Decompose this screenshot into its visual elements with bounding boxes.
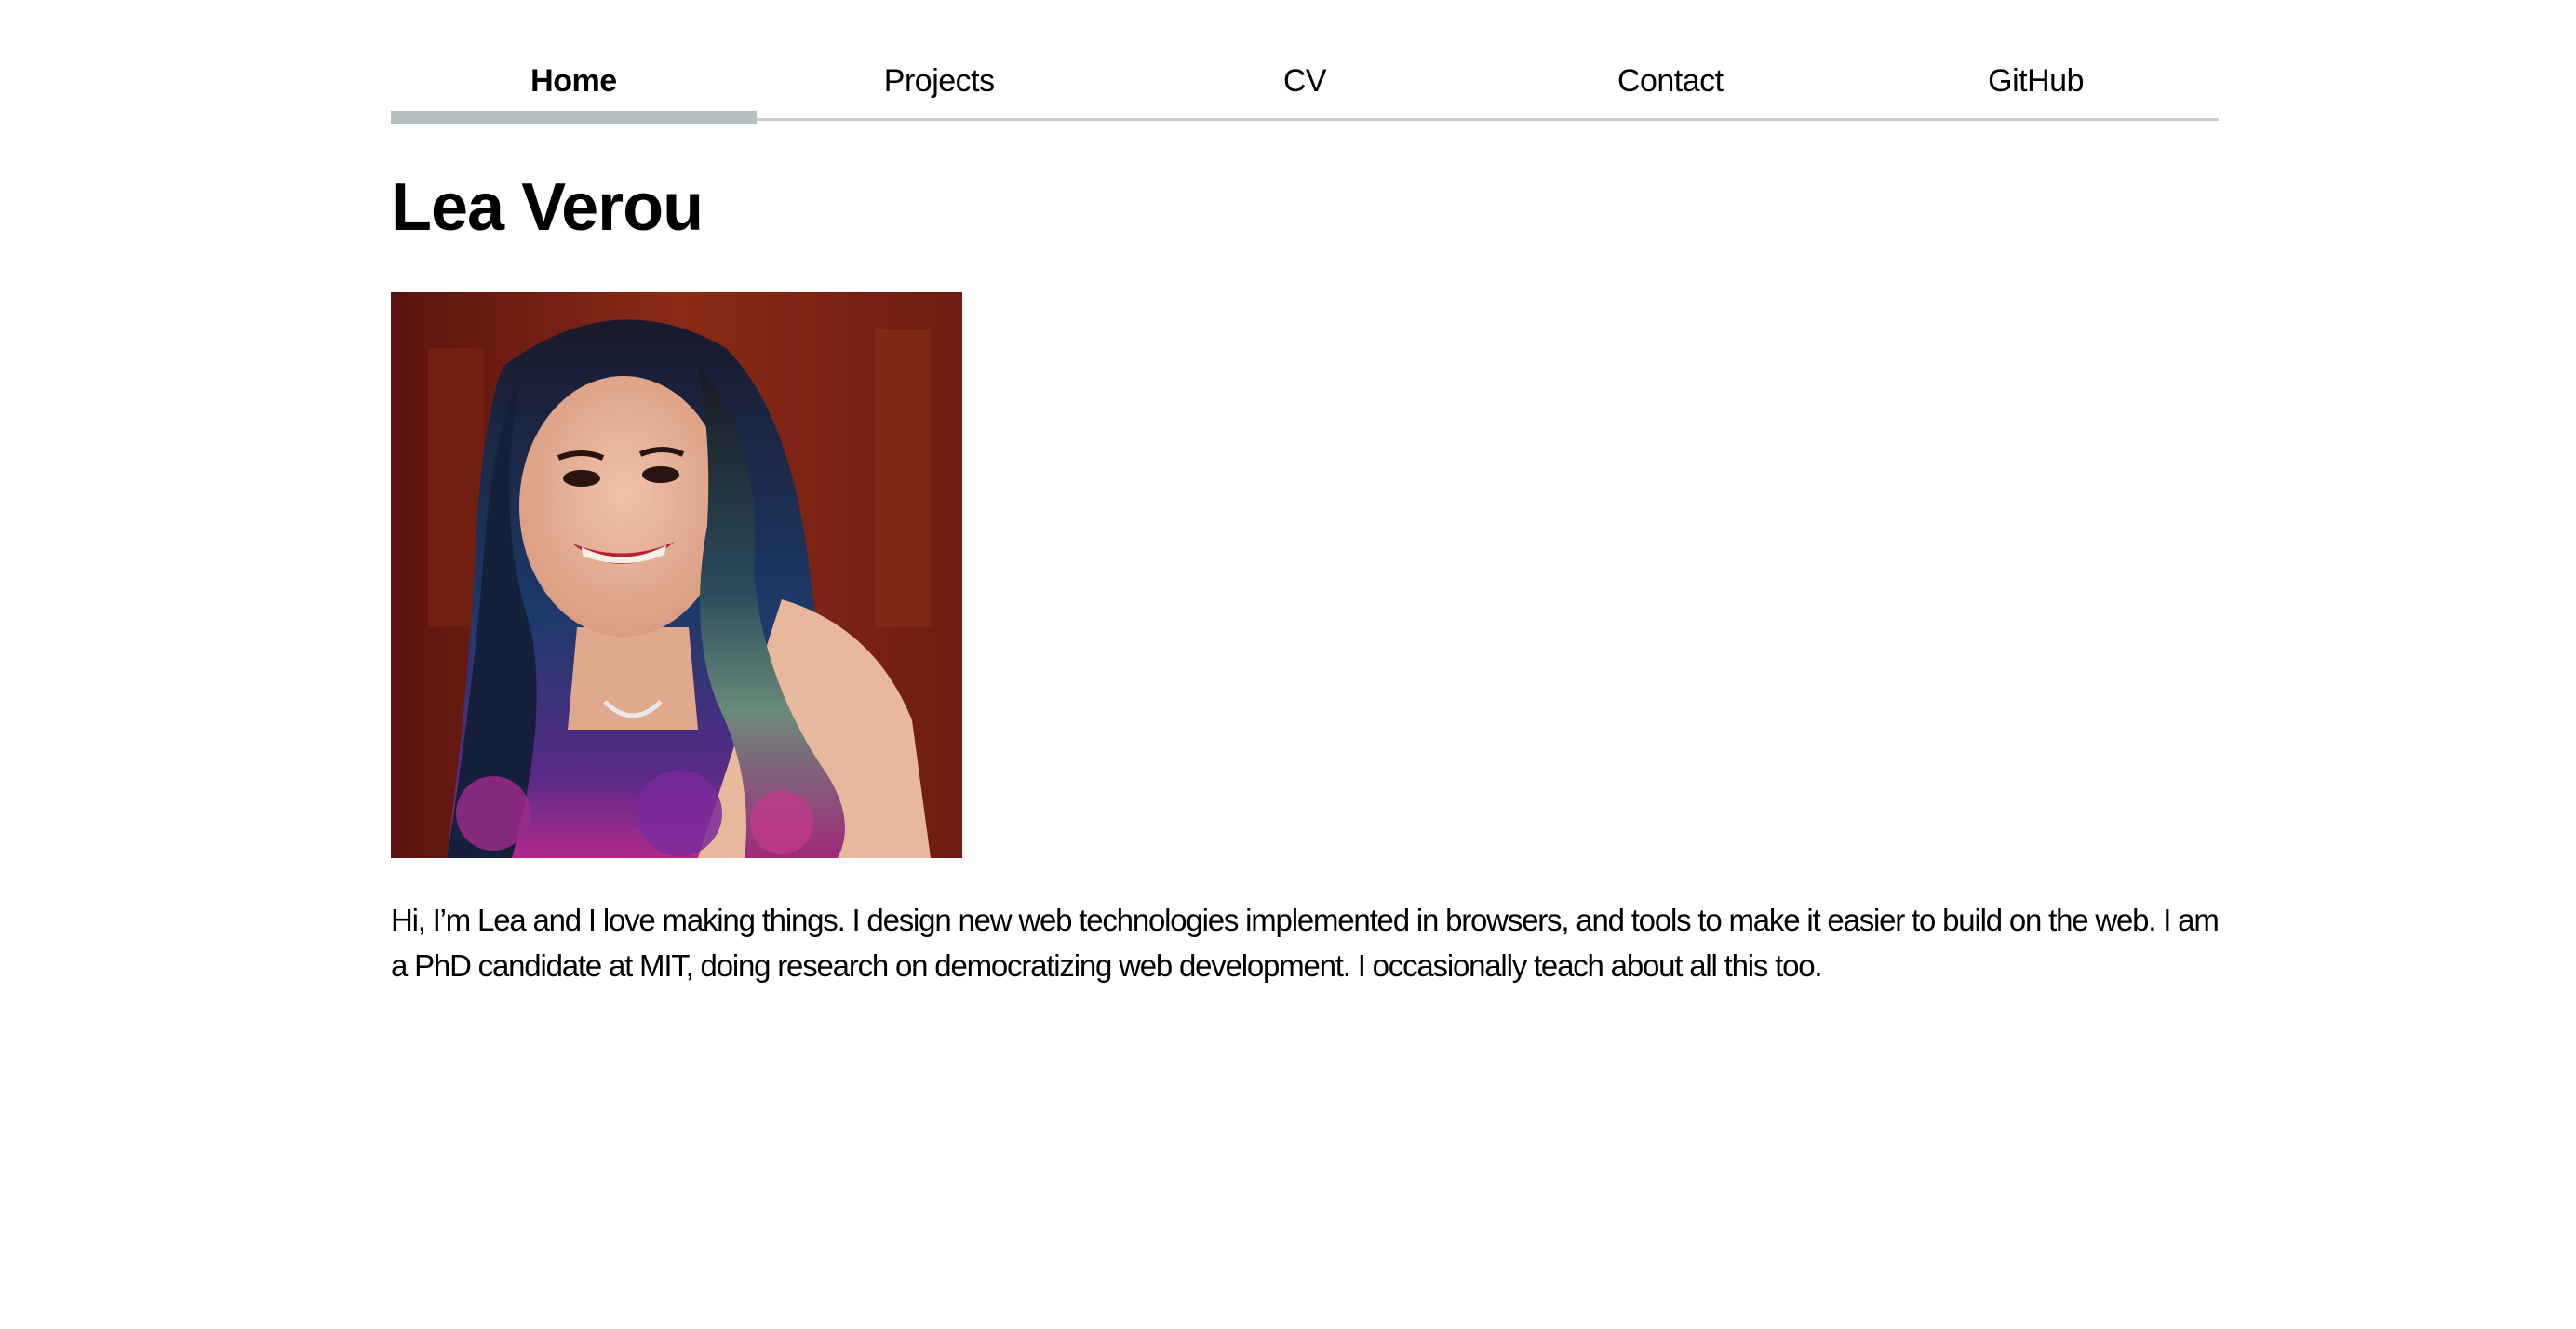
nav-item-cv[interactable]: CV [1122,0,1488,121]
bio-paragraph: Hi, I’m Lea and I love making things. I … [391,903,2220,983]
nav-item-label: Contact [1617,63,1724,99]
page-title: Lea Verou [391,170,704,245]
nav-item-label: Projects [883,63,995,99]
nav-item-contact[interactable]: Contact [1487,0,1853,121]
main-nav: Home Projects CV Contact GitHub [391,0,2219,124]
nav-item-projects[interactable]: Projects [757,0,1122,121]
active-indicator [391,111,757,124]
nav-item-label: CV [1282,63,1327,99]
page: Home Projects CV Contact GitHub Lea Vero… [0,0,2576,1329]
profile-photo [391,292,962,858]
nav-item-home[interactable]: Home [391,0,757,124]
nav-item-label: Home [530,63,617,99]
nav-item-label: GitHub [1988,63,2084,99]
nav-item-github[interactable]: GitHub [1853,0,2219,121]
